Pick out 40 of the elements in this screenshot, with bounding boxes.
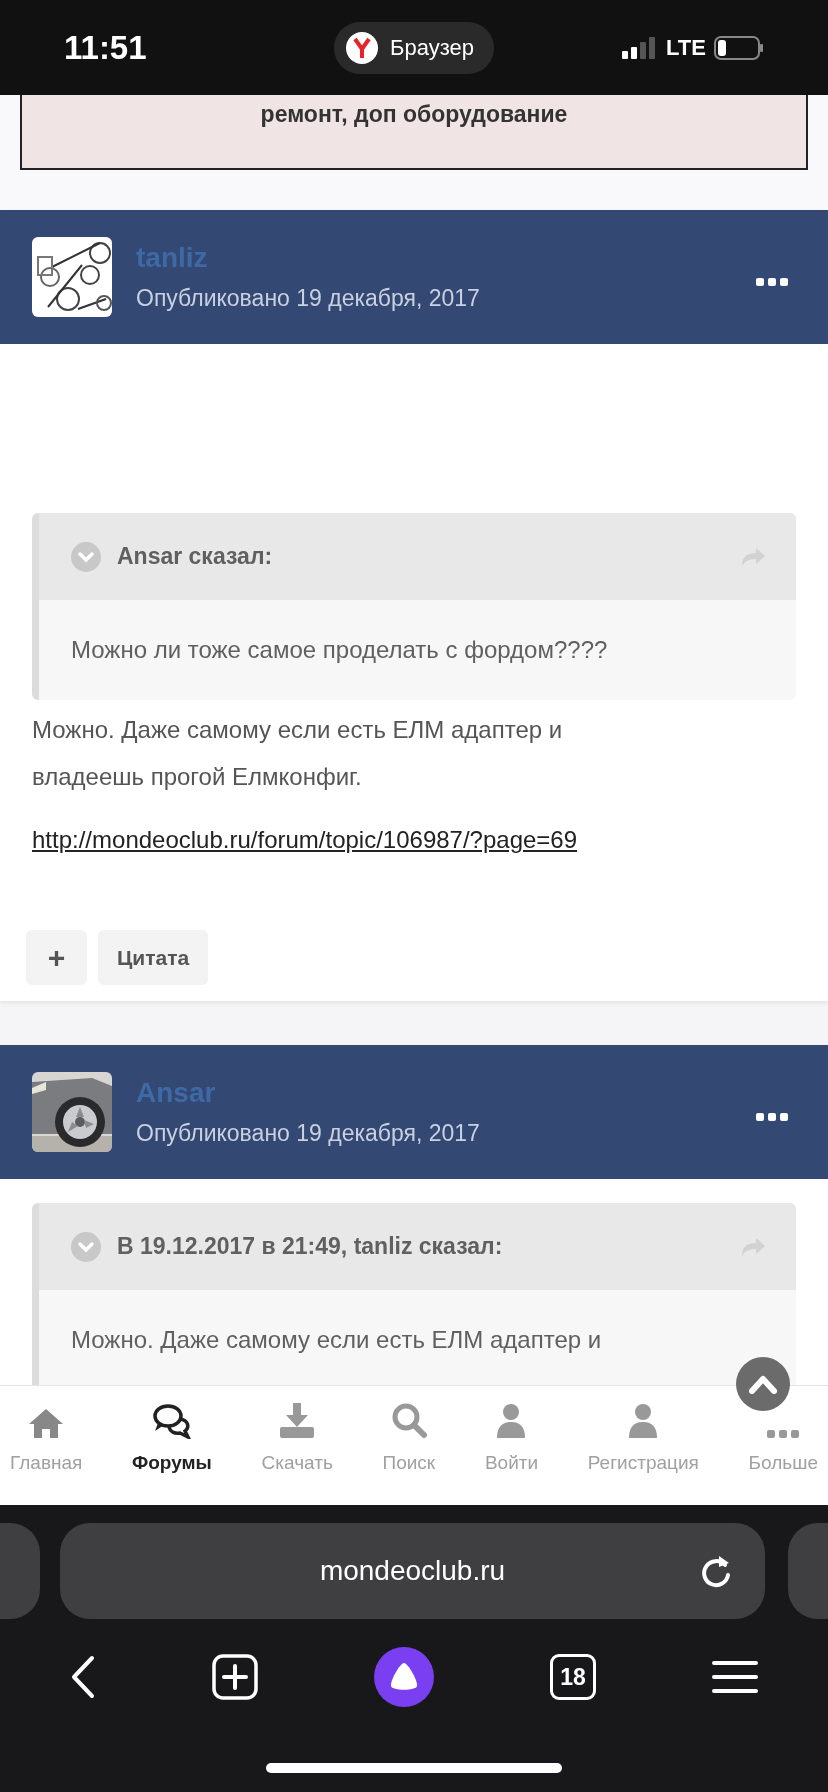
download-icon — [278, 1403, 317, 1440]
nav-tab[interactable]: Скачать — [261, 1449, 333, 1478]
post-date: Опубликовано 19 декабря, 2017 — [136, 284, 481, 312]
url-text: mondeoclub.ru — [319, 1554, 506, 1588]
app-pill-label: Браузер — [390, 34, 474, 62]
quote-author: В 19.12.2017 в 21:49, tanliz сказал: — [117, 1232, 504, 1262]
battery-icon — [714, 35, 764, 60]
new-tab-icon[interactable] — [212, 1654, 258, 1700]
nav-tab[interactable]: Войти — [484, 1449, 539, 1478]
more-options-icon[interactable] — [756, 1112, 788, 1122]
chevron-up-icon — [749, 1374, 777, 1394]
menu-icon[interactable] — [712, 1660, 758, 1694]
nav-tab[interactable]: Поиск — [382, 1449, 436, 1478]
app-pill[interactable]: Браузер — [334, 21, 494, 74]
chat-bubbles-icon — [151, 1403, 192, 1440]
reload-icon[interactable] — [699, 1553, 733, 1589]
post-date: Опубликовано 19 декабря, 2017 — [136, 1119, 481, 1147]
quote-text: Можно. Даже самому если есть ЕЛМ адаптер и — [71, 1325, 603, 1355]
network-label: LTE — [666, 34, 706, 62]
quote-text: Можно ли тоже самое проделать с фордом???? — [71, 635, 609, 665]
nav-tab[interactable]: Главная — [10, 1449, 83, 1478]
user-icon — [496, 1403, 527, 1440]
address-bar[interactable]: mondeoclub.ru — [60, 1523, 765, 1619]
nav-tab[interactable]: Регистрация — [587, 1449, 699, 1478]
tab-counter[interactable]: 18 — [550, 1654, 596, 1700]
more-options-icon[interactable] — [756, 277, 788, 287]
banner-text: ремонт, доп оборудование — [260, 100, 568, 129]
post-text: Можно. Даже самому если есть ЕЛМ адаптер и владеешь прогой Елмконфиг. — [31, 715, 564, 792]
assistant-icon[interactable] — [374, 1647, 434, 1707]
nav-tab[interactable]: Форумы — [132, 1449, 212, 1478]
more-icon — [767, 1429, 800, 1440]
quote-button[interactable]: Цитата — [98, 930, 209, 985]
user-icon — [628, 1403, 659, 1440]
post-link[interactable]: http://mondeoclub.ru/forum/topic/106987/?page=69 — [32, 820, 578, 860]
quote-author: Ansar сказал: — [117, 542, 274, 572]
status-time: 11:51 — [64, 27, 148, 68]
add-button[interactable]: + — [26, 930, 87, 985]
logo-icon — [346, 31, 378, 64]
back-icon[interactable] — [70, 1655, 96, 1699]
nav-tab[interactable]: Больше — [748, 1449, 818, 1478]
